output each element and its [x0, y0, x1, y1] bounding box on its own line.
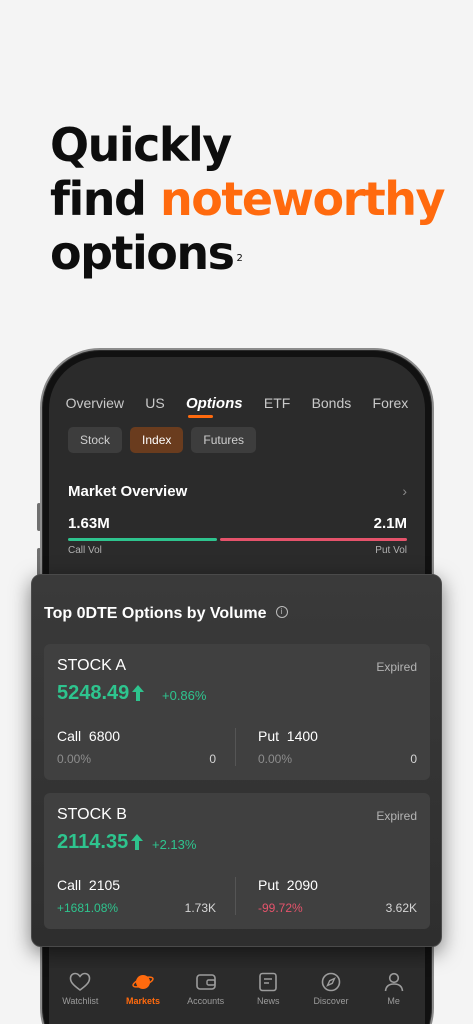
option-item[interactable]: STOCK B Expired 2114.35 +2.13% Call 2105… — [44, 793, 430, 929]
arrow-up-icon — [132, 685, 145, 701]
index-price: 5248.49 — [57, 682, 145, 705]
call-change-pct: 0.00% — [57, 752, 92, 766]
chip-stock[interactable]: Stock — [68, 427, 123, 453]
tab-options[interactable]: Options — [186, 395, 243, 418]
put-vol-label: Put Vol — [375, 545, 407, 556]
person-icon — [384, 972, 403, 992]
call-strike: Call 2105 — [57, 877, 121, 893]
chip-index[interactable]: Index — [130, 427, 184, 453]
tab-us[interactable]: US — [145, 395, 164, 412]
call-vol-value: 1.63M — [68, 515, 110, 532]
planet-icon — [132, 975, 154, 989]
card-title: Top 0DTE Options by Volume i — [44, 605, 288, 623]
put-vol-value: 2.1M — [373, 515, 407, 532]
option-item[interactable]: STOCK A Expired 5248.49 +0.86% Call 6800… — [44, 644, 430, 780]
nav-accounts[interactable]: Accounts — [178, 968, 234, 1024]
wallet-icon — [195, 974, 216, 990]
put-change-pct: -99.72% — [258, 901, 303, 915]
headline-line-1: Quickly — [50, 118, 232, 172]
put-strike: Put 1400 — [258, 728, 318, 744]
expired-status: Expired — [376, 809, 417, 823]
call-volume: 0 — [209, 752, 216, 766]
call-change-pct: +1681.08% — [57, 901, 119, 915]
divider — [235, 877, 236, 915]
call-vol-bar — [68, 538, 218, 541]
market-tabs: Overview US Options ETF Bonds Forex — [49, 395, 425, 418]
footnote-marker: 2 — [236, 253, 243, 264]
ticker-name: STOCK B — [57, 806, 127, 823]
ticker-name: STOCK A — [57, 657, 127, 674]
headline-line-2: find noteworthy — [50, 172, 446, 226]
headline-accent: noteworthy — [159, 172, 446, 226]
index-price: 2114.35 — [57, 831, 144, 854]
market-overview-title[interactable]: Market Overview — [68, 483, 187, 500]
tab-forex[interactable]: Forex — [373, 395, 409, 412]
chevron-right-icon[interactable]: › — [402, 483, 407, 499]
compass-icon — [321, 972, 341, 992]
tab-bonds[interactable]: Bonds — [312, 395, 352, 412]
call-put-ratio-bar — [68, 538, 407, 541]
put-strike: Put 2090 — [258, 877, 318, 893]
headline: Quickly find noteworthy options 2 — [50, 118, 446, 280]
nav-markets[interactable]: Markets — [115, 968, 171, 1024]
put-vol-bar — [220, 538, 407, 541]
call-volume: 1.73K — [184, 901, 216, 915]
top-0dte-options-card: Top 0DTE Options by Volume i STOCK A Expi… — [31, 574, 442, 947]
tab-overview[interactable]: Overview — [66, 395, 124, 412]
nav-me[interactable]: Me — [366, 968, 422, 1024]
nav-news[interactable]: News — [240, 968, 296, 1024]
put-change-pct: 0.00% — [258, 752, 293, 766]
put-volume: 3.62K — [385, 901, 417, 915]
chip-futures[interactable]: Futures — [191, 427, 257, 453]
filter-chips: Stock Index Futures — [68, 427, 257, 453]
headline-line-3: options 2 — [50, 226, 243, 280]
divider — [235, 728, 236, 766]
heart-icon — [70, 972, 91, 991]
nav-discover[interactable]: Discover — [303, 968, 359, 1024]
call-strike: Call 6800 — [57, 728, 121, 744]
expired-status: Expired — [376, 660, 417, 674]
price-change: +2.13% — [152, 837, 197, 852]
info-icon[interactable]: i — [275, 605, 288, 618]
price-change: +0.86% — [162, 688, 207, 703]
bottom-nav: Watchlist Markets Accounts News Discover… — [49, 968, 425, 1024]
arrow-up-icon — [131, 834, 144, 850]
put-volume: 0 — [410, 752, 417, 766]
nav-watchlist[interactable]: Watchlist — [52, 968, 108, 1024]
tab-etf[interactable]: ETF — [264, 395, 290, 412]
news-icon — [259, 972, 278, 992]
call-vol-label: Call Vol — [68, 545, 102, 556]
